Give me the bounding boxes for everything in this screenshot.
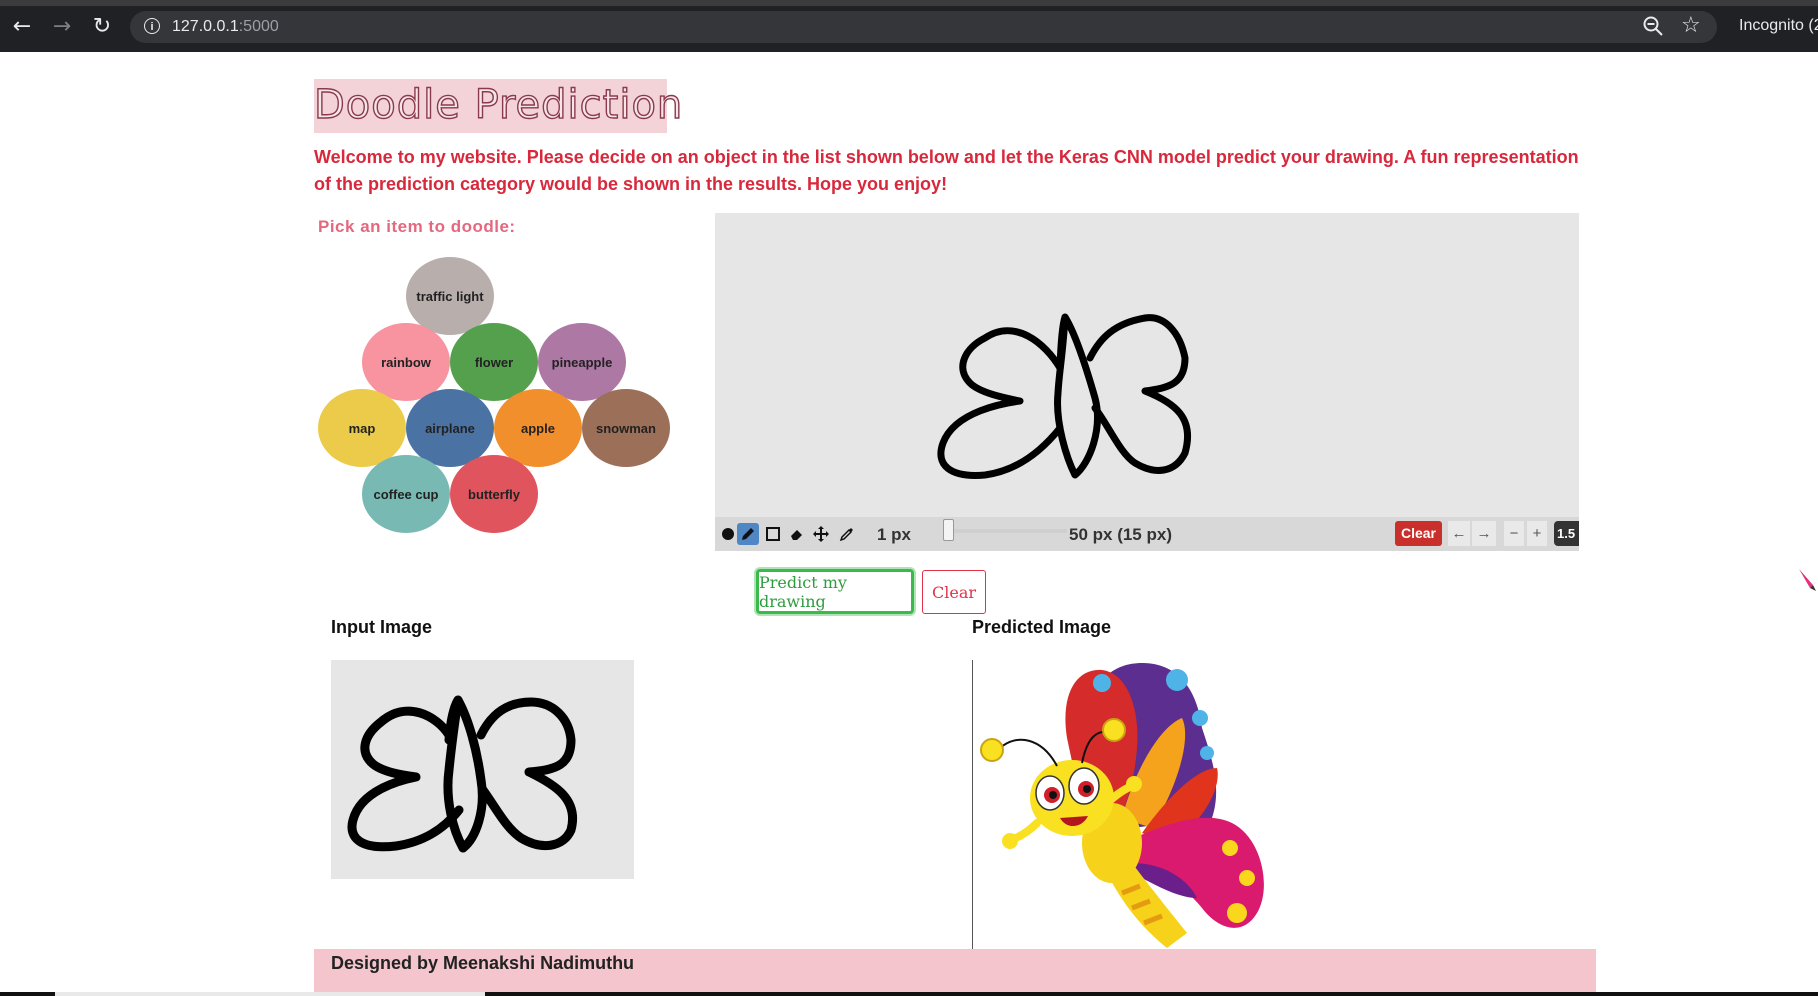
item-label: pineapple [551, 354, 613, 370]
pencil-tool-icon[interactable] [737, 523, 759, 545]
browser-toolbar: ← → ↻ i 127.0.0.1:5000 ☆ Incognito (2 [0, 0, 1818, 52]
item-label: map [348, 420, 376, 436]
item-bubble-rainbow[interactable]: rainbow [362, 323, 450, 401]
eyedropper-tool-icon[interactable] [836, 523, 858, 545]
item-label: flower [474, 354, 514, 370]
item-bubble-flower[interactable]: flower [450, 323, 538, 401]
item-label: snowman [596, 420, 656, 436]
pick-item-label: Pick an item to doodle: [318, 217, 516, 236]
rectangle-tool-icon[interactable] [762, 523, 784, 545]
item-label: traffic light [416, 288, 484, 304]
stroke-slider-track[interactable] [947, 529, 1067, 533]
address-bar[interactable]: i 127.0.0.1:5000 [130, 11, 1717, 43]
page-title: Doodle Prediction [313, 81, 684, 128]
item-bubble-pineapple[interactable]: pineapple [538, 323, 626, 401]
item-bubble-apple[interactable]: apple [494, 389, 582, 467]
item-bubble-coffee-cup[interactable]: coffee cup [362, 455, 450, 533]
item-bubble-map[interactable]: map [318, 389, 406, 467]
item-bubble-airplane[interactable]: airplane [406, 389, 494, 467]
zoom-level-readout: 1.5 [1554, 521, 1579, 546]
doodle-drawing [937, 313, 1192, 479]
item-label: butterfly [468, 486, 520, 502]
item-label: apple [521, 420, 555, 436]
item-label: coffee cup [373, 486, 439, 502]
predicted-image-heading: Predicted Image [972, 617, 1112, 637]
url-text[interactable]: 127.0.0.1:5000 [172, 18, 279, 36]
back-arrow-icon[interactable]: ← [10, 15, 34, 39]
incognito-badge[interactable]: Incognito (2 [1739, 17, 1818, 35]
zoom-in-button[interactable]: + [1527, 521, 1547, 546]
tab-strip-edge [0, 0, 1818, 6]
drawing-canvas[interactable] [715, 213, 1579, 517]
pencil-cursor-icon [1799, 569, 1816, 591]
eraser-tool-icon[interactable] [786, 523, 808, 545]
item-bubble-traffic-light[interactable]: traffic light [406, 257, 494, 335]
footer-credit: Designed by Meenakshi Nadimuthu [331, 953, 635, 973]
canvas-clear-button[interactable]: Clear [1395, 521, 1442, 546]
pan-tool-icon[interactable] [810, 523, 832, 545]
taskbar-edge [0, 992, 1818, 996]
butterfly-illustration [980, 663, 1264, 948]
reload-icon[interactable]: ↻ [90, 15, 114, 39]
clear-button[interactable]: Clear [922, 570, 986, 614]
site-info-icon[interactable]: i [144, 18, 160, 34]
zoom-out-button[interactable]: − [1504, 521, 1524, 546]
item-label: airplane [425, 420, 475, 436]
bookmark-star-icon[interactable]: ☆ [1681, 13, 1701, 38]
redo-button[interactable]: → [1472, 521, 1496, 546]
item-bubble-butterfly[interactable]: butterfly [450, 455, 538, 533]
zoom-out-icon[interactable] [1642, 15, 1664, 37]
input-image-heading: Input Image [331, 617, 433, 637]
forward-arrow-icon[interactable]: → [50, 15, 74, 39]
stroke-size-label: 1 px [877, 525, 912, 544]
stroke-size-readout: 50 px (15 px) [1069, 525, 1172, 544]
welcome-text: Welcome to my website. Please decide on … [314, 147, 1579, 194]
input-image [331, 660, 634, 879]
undo-button[interactable]: ← [1448, 521, 1470, 546]
input-doodle-thumbnail [347, 695, 577, 853]
item-label: rainbow [381, 354, 431, 370]
color-swatch-icon[interactable] [717, 523, 739, 545]
stroke-slider-thumb[interactable] [943, 519, 954, 541]
item-bubble-snowman[interactable]: snowman [582, 389, 670, 467]
predict-button[interactable]: Predict my drawing [756, 569, 914, 614]
canvas-toolbar: 1 px 50 px (15 px) Clear ← → − + 1.5 [715, 517, 1579, 551]
